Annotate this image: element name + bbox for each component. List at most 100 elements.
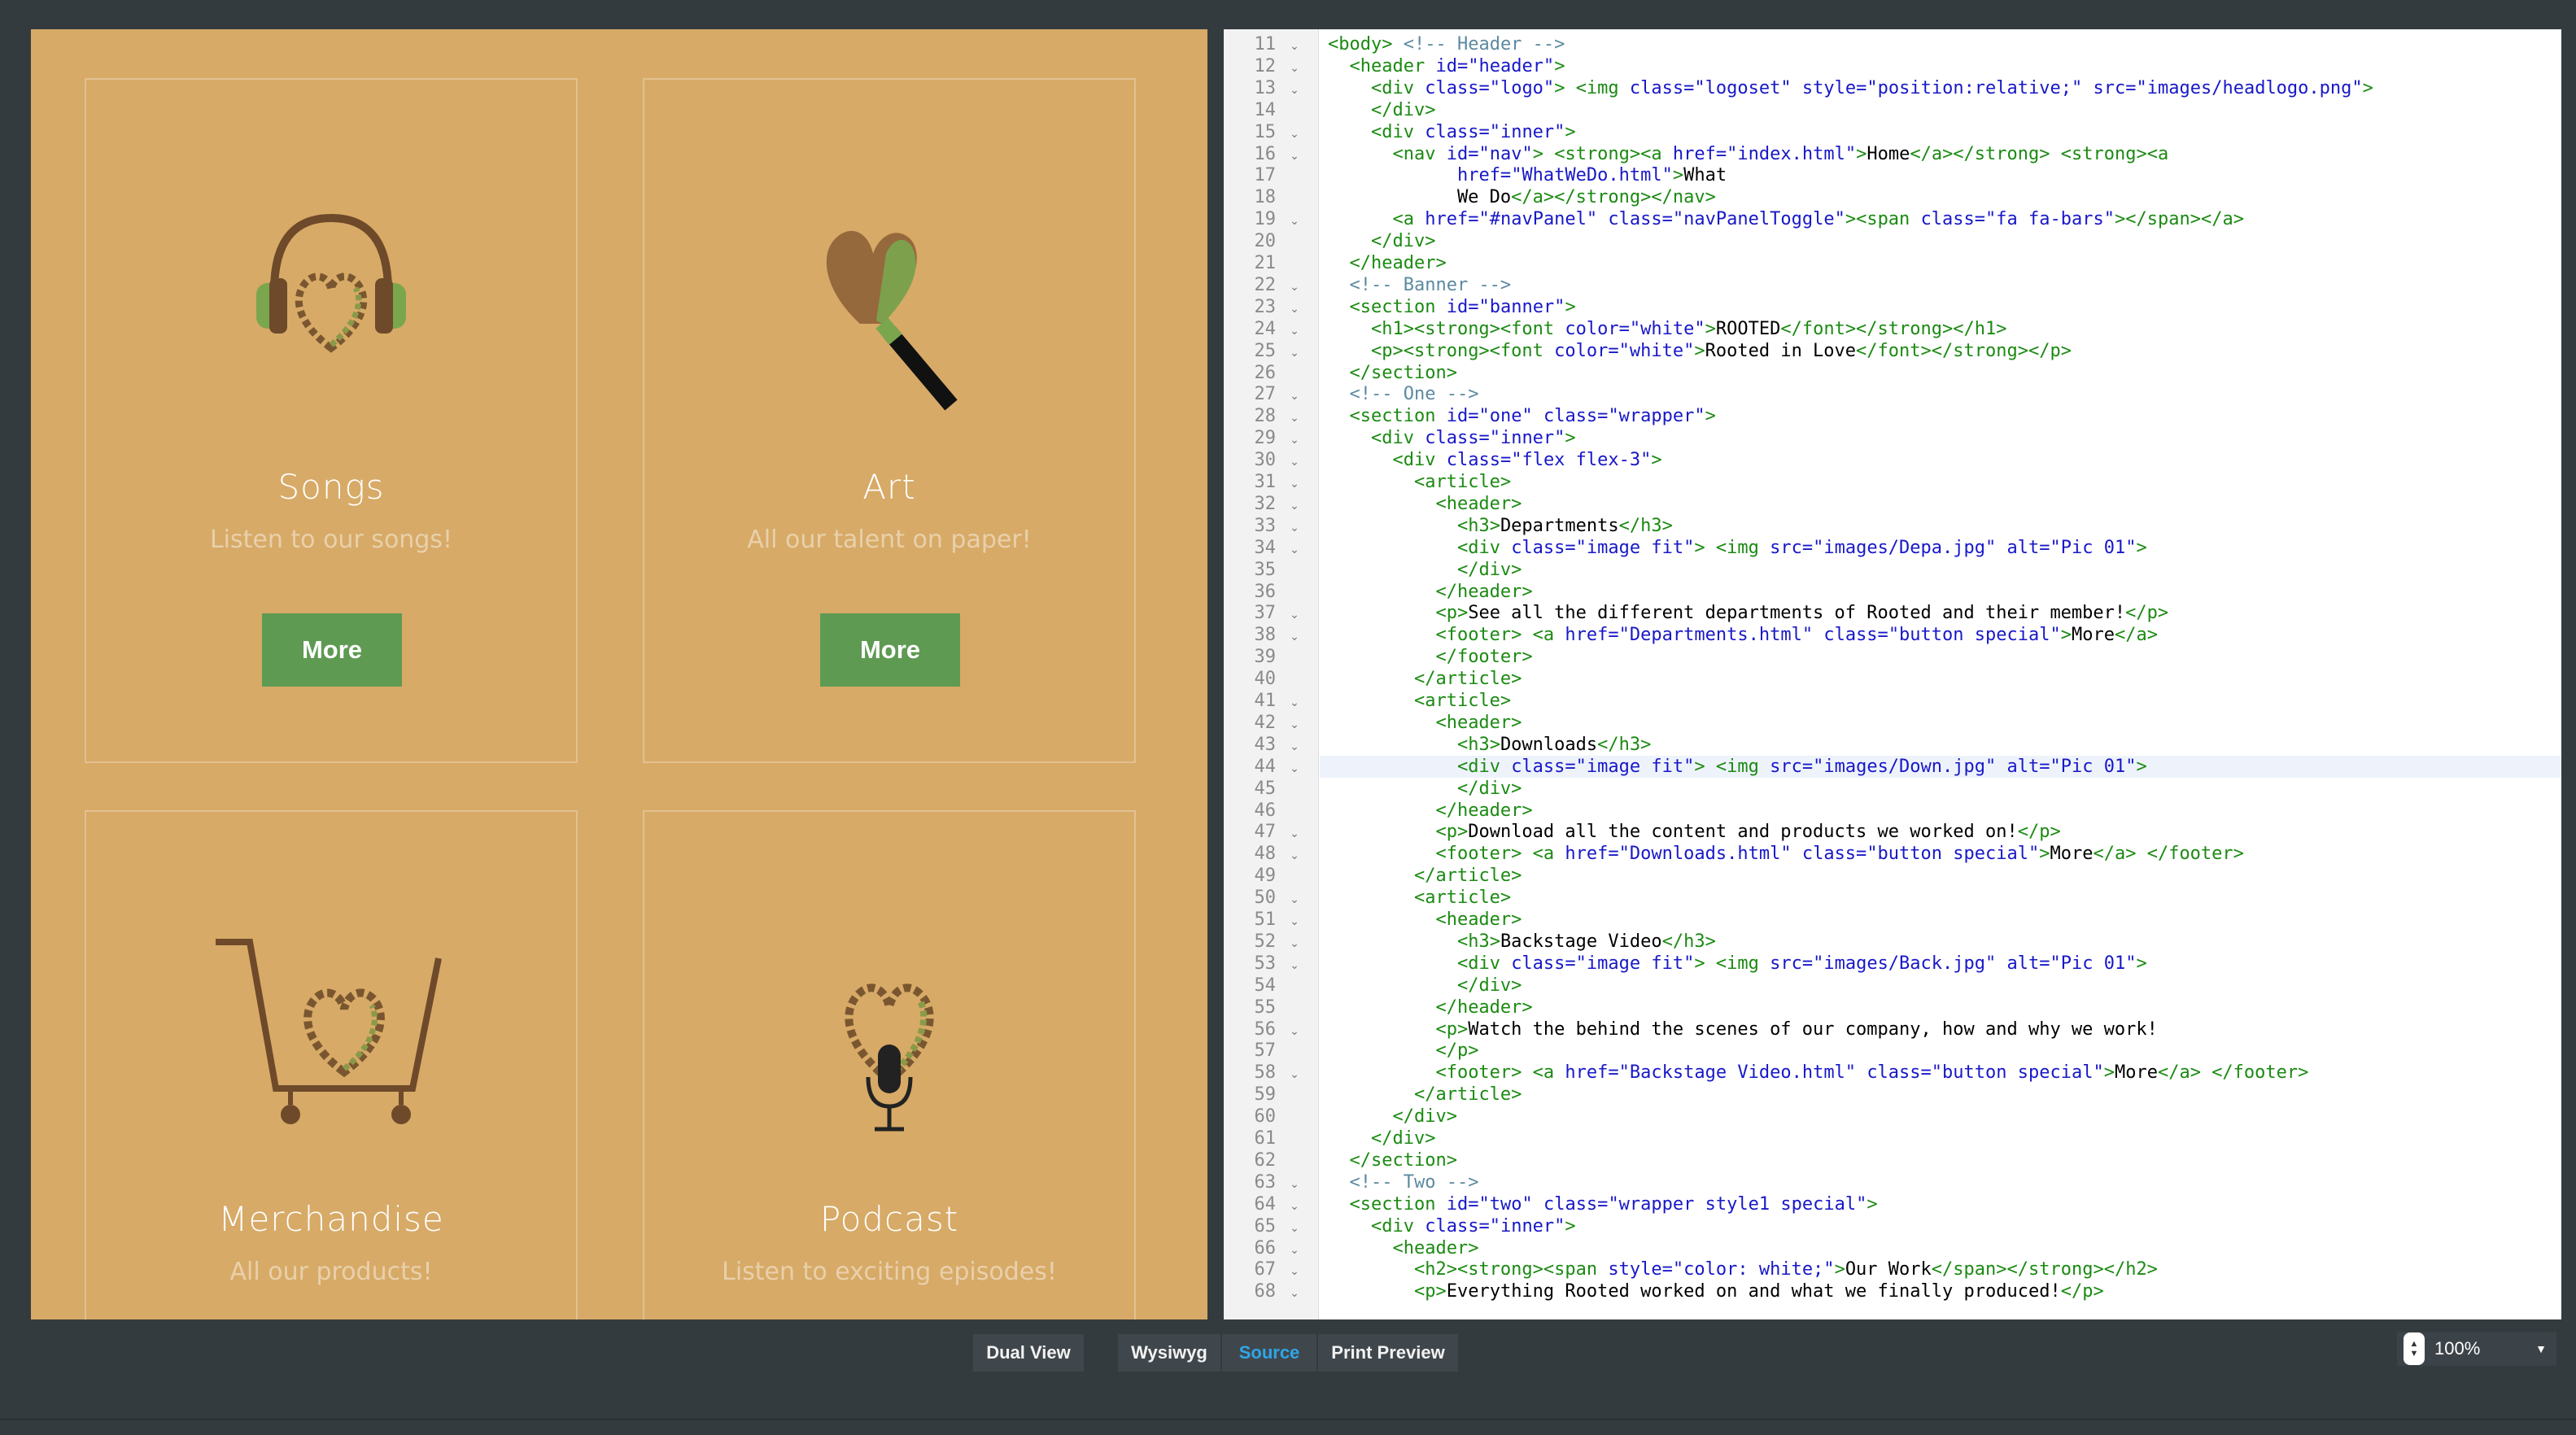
fold-toggle-icon[interactable]: ⌄ <box>1289 79 1300 101</box>
code-line[interactable]: <a href="#navPanel" class="navPanelToggl… <box>1328 208 2243 230</box>
fold-toggle-icon[interactable]: ⌄ <box>1289 35 1300 57</box>
code-line[interactable]: </article> <box>1328 865 1522 887</box>
code-line[interactable]: We Do</a></strong></nav> <box>1328 186 1716 208</box>
fold-toggle-icon[interactable]: ⌄ <box>1289 910 1300 932</box>
source-editor[interactable]: 11 ⌄ 12 ⌄ 13 ⌄ 14 15 ⌄ 16 ⌄ 17 18 19 ⌄ 20 21 22 ⌄ 23 ⌄ 24 ⌄ 25 ⌄… <box>1224 29 2561 1319</box>
fold-toggle-icon[interactable]: ⌄ <box>1289 1260 1300 1282</box>
more-button[interactable]: More <box>820 613 960 687</box>
code-line[interactable]: <footer> <a href="Backstage Video.html" … <box>1328 1062 2308 1084</box>
code-line[interactable]: </div> <box>1328 975 1522 997</box>
fold-toggle-icon[interactable]: ⌄ <box>1289 385 1300 407</box>
code-line[interactable]: <!-- One --> <box>1328 383 1479 405</box>
fold-toggle-icon[interactable]: ⌄ <box>1289 276 1300 298</box>
wysiwyg-preview-pane[interactable]: Songs Listen to our songs! More Art All … <box>31 29 1207 1319</box>
code-line[interactable]: </div> <box>1328 99 1435 121</box>
fold-toggle-icon[interactable]: ⌄ <box>1289 1217 1300 1239</box>
code-line[interactable]: <h1><strong><font color="white">ROOTED</… <box>1328 318 2007 340</box>
fold-toggle-icon[interactable]: ⌄ <box>1289 320 1300 342</box>
code-line[interactable]: </section> <box>1328 1149 1457 1171</box>
fold-toggle-icon[interactable]: ⌄ <box>1289 604 1300 626</box>
code-line[interactable]: </div> <box>1328 559 1522 581</box>
code-line[interactable]: <article> <box>1328 471 1511 493</box>
fold-toggle-icon[interactable]: ⌄ <box>1289 123 1300 145</box>
zoom-select[interactable]: ▲ ▼ 100% ▼ <box>2397 1332 2556 1366</box>
code-line[interactable]: <p><strong><font color="white">Rooted in… <box>1328 340 2072 362</box>
fold-toggle-icon[interactable]: ⌄ <box>1289 517 1300 539</box>
code-line[interactable]: <body> <!-- Header --> <box>1328 33 1565 55</box>
code-line[interactable]: <article> <box>1328 887 1511 909</box>
fold-toggle-icon[interactable]: ⌄ <box>1289 298 1300 320</box>
code-line[interactable]: href="WhatWeDo.html">What <box>1328 164 1727 186</box>
code-line[interactable]: </div> <box>1328 1106 1456 1128</box>
pane-splitter[interactable] <box>1207 29 1224 1319</box>
code-line[interactable]: </p> <box>1328 1040 1478 1062</box>
dual-view-button[interactable]: Dual View <box>973 1334 1084 1372</box>
fold-toggle-icon[interactable]: ⌄ <box>1289 429 1300 451</box>
fold-toggle-icon[interactable]: ⌄ <box>1289 1020 1300 1042</box>
code-line[interactable]: <div class="image fit"> <img src="images… <box>1328 953 2147 975</box>
fold-toggle-icon[interactable]: ⌄ <box>1289 1063 1300 1085</box>
source-tab[interactable]: Source <box>1222 1334 1316 1372</box>
code-line[interactable]: <header> <box>1328 712 1522 734</box>
fold-toggle-icon[interactable]: ⌄ <box>1289 1282 1300 1304</box>
fold-toggle-icon[interactable]: ⌄ <box>1289 1195 1300 1217</box>
code-line[interactable]: </div> <box>1328 1128 1435 1149</box>
stepper-icon[interactable]: ▲ ▼ <box>2404 1332 2425 1365</box>
fold-toggle-icon[interactable]: ⌄ <box>1289 1173 1300 1195</box>
code-line[interactable]: <p>See all the different departments of … <box>1328 602 2168 624</box>
code-line[interactable]: <div class="inner"> <box>1328 427 1576 449</box>
code-line[interactable]: </footer> <box>1328 646 1532 668</box>
fold-toggle-icon[interactable]: ⌄ <box>1289 735 1300 757</box>
fold-toggle-icon[interactable]: ⌄ <box>1289 495 1300 517</box>
fold-toggle-icon[interactable]: ⌄ <box>1289 145 1300 167</box>
code-line[interactable]: <div class="logo"> <img class="logoset" … <box>1328 77 2373 99</box>
code-line[interactable]: <h3>Downloads</h3> <box>1328 734 1651 756</box>
code-line[interactable]: <header> <box>1328 493 1522 515</box>
code-line[interactable]: <header> <box>1328 1237 1478 1259</box>
code-line[interactable]: </header> <box>1328 800 1532 822</box>
code-line[interactable]: <!-- Banner --> <box>1328 274 1512 296</box>
code-line[interactable]: <p>Download all the content and products… <box>1328 821 2060 843</box>
code-line[interactable]: <section id="two" class="wrapper style1 … <box>1328 1193 1878 1215</box>
fold-toggle-icon[interactable]: ⌄ <box>1289 1239 1300 1261</box>
code-line[interactable]: <article> <box>1328 690 1511 712</box>
code-line[interactable]: <h3>Backstage Video</h3> <box>1328 931 1716 953</box>
fold-toggle-icon[interactable]: ⌄ <box>1289 451 1300 473</box>
fold-toggle-icon[interactable]: ⌄ <box>1289 757 1300 779</box>
fold-toggle-icon[interactable]: ⌄ <box>1289 210 1300 232</box>
fold-toggle-icon[interactable]: ⌄ <box>1289 822 1300 844</box>
code-line[interactable]: </div> <box>1328 230 1435 252</box>
fold-toggle-icon[interactable]: ⌄ <box>1289 713 1300 735</box>
code-line[interactable]: <p>Watch the behind the scenes of our co… <box>1328 1018 2157 1040</box>
fold-toggle-icon[interactable]: ⌄ <box>1289 888 1300 910</box>
code-line[interactable]: <section id="one" class="wrapper"> <box>1328 405 1716 427</box>
code-line[interactable]: <h2><strong><span style="color: white;">… <box>1328 1258 2158 1280</box>
code-line[interactable]: <div class="flex flex-3"> <box>1328 449 1661 471</box>
code-line[interactable]: <footer> <a href="Downloads.html" class=… <box>1328 843 2243 865</box>
code-line[interactable]: </article> <box>1328 1084 1522 1106</box>
code-line[interactable]: <footer> <a href="Departments.html" clas… <box>1328 624 2158 646</box>
code-line[interactable]: <div class="inner"> <box>1328 121 1576 143</box>
code-line[interactable]: <h3>Departments</h3> <box>1328 515 1673 537</box>
fold-toggle-icon[interactable]: ⌄ <box>1289 626 1300 648</box>
fold-toggle-icon[interactable]: ⌄ <box>1289 407 1300 429</box>
fold-toggle-icon[interactable]: ⌄ <box>1289 539 1300 560</box>
wysiwyg-tab[interactable]: Wysiwyg <box>1118 1334 1220 1372</box>
code-line[interactable]: <nav id="nav"> <strong><a href="index.ht… <box>1328 143 2168 165</box>
code-line[interactable]: <header id="header"> <box>1328 55 1565 77</box>
fold-toggle-icon[interactable]: ⌄ <box>1289 844 1300 866</box>
code-line[interactable]: <header> <box>1328 909 1522 931</box>
fold-toggle-icon[interactable]: ⌄ <box>1289 57 1300 79</box>
code-line[interactable]: </div> <box>1328 778 1522 800</box>
more-button[interactable]: More <box>262 613 402 687</box>
print-preview-tab[interactable]: Print Preview <box>1318 1334 1458 1372</box>
code-line[interactable]: </header> <box>1328 252 1447 274</box>
code-line[interactable]: <section id="banner"> <box>1328 296 1576 318</box>
fold-toggle-icon[interactable]: ⌄ <box>1289 473 1300 495</box>
code-line[interactable]: <!-- Two --> <box>1328 1171 1479 1193</box>
fold-toggle-icon[interactable]: ⌄ <box>1289 691 1300 713</box>
code-line[interactable]: </article> <box>1328 668 1522 690</box>
code-line[interactable]: <p>Everything Rooted worked on and what … <box>1328 1280 2104 1302</box>
code-line[interactable]: </section> <box>1328 362 1457 384</box>
code-line[interactable]: </header> <box>1328 581 1532 603</box>
